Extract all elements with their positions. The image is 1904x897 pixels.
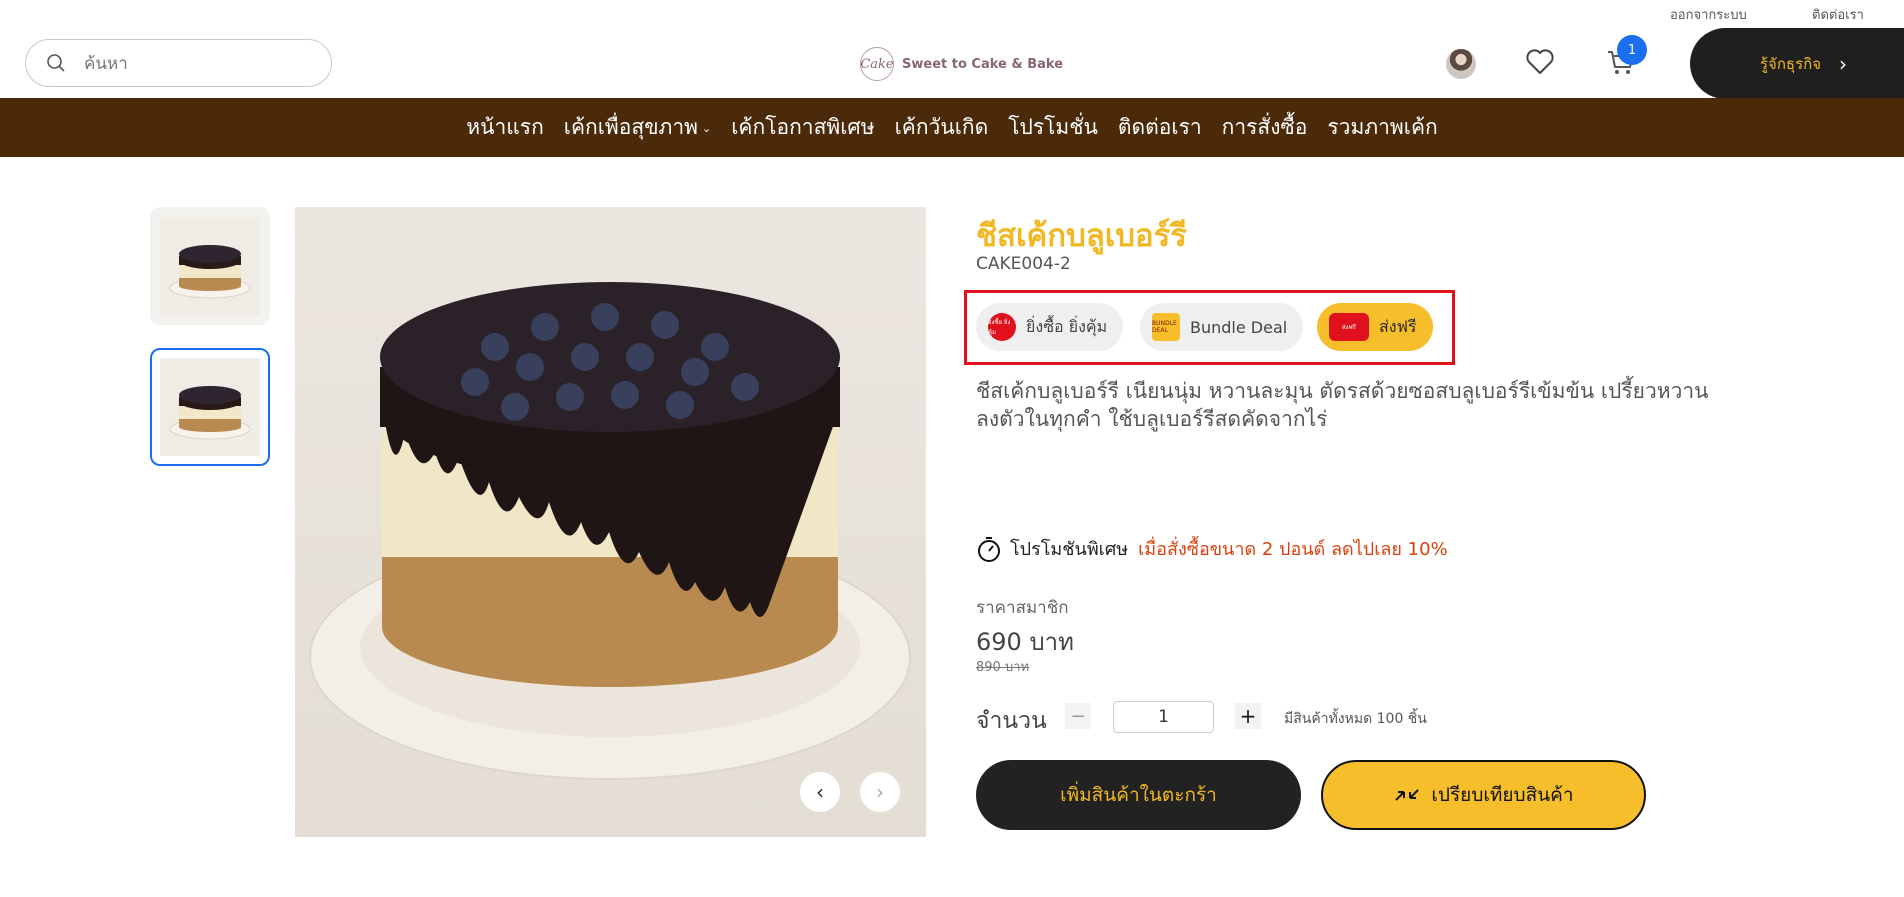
business-button-label: รู้จักธุรกิจ [1760,54,1822,73]
product-description: ชีสเค้กบลูเบอร์รี เนียนนุ่ม หวานละมุน ตั… [976,379,1709,431]
nav-item-special-occasion[interactable]: เค้กโอกาสพิเศษ [731,111,874,144]
quantity-input[interactable]: 1 [1113,701,1214,733]
plus-icon: + [1239,704,1257,728]
product-sku: CAKE004-2 [976,254,1071,274]
search-placeholder: ค้นหา [84,53,128,74]
logout-link[interactable]: ออกจากระบบ [1670,4,1747,25]
badge-label: ส่งฟรี [1379,316,1417,336]
chevron-right-icon: › [876,780,884,804]
quantity-increase-button[interactable]: + [1235,703,1261,729]
logo-mark-icon: Cake [860,47,894,81]
nav-item-birthday[interactable]: เค้กวันเกิด [895,111,989,144]
cake-thumbnail-image [160,217,260,315]
cake-thumbnail-image [160,358,260,456]
member-price-label: ราคาสมาชิก [976,598,1069,618]
nav-item-home[interactable]: หน้าแรก [466,111,544,144]
badge-more-buy-more-save[interactable]: ยิ่งซื้อ ยิ่งคุ้ม ยิ่งซื้อ ยิ่งคุ้ม [976,303,1124,351]
special-promo: โปรโมชันพิเศษ เมื่อสั่งซื้อขนาด 2 ปอนด์ … [976,534,1448,563]
main-nav: หน้าแรก เค้กเพื่อสุขภาพ ⌄ เค้กโอกาสพิเศษ … [0,98,1904,157]
nav-item-ordering[interactable]: การสั่งซื้อ [1222,111,1308,144]
promo-value: เมื่อสั่งซื้อขนาด 2 ปอนด์ ลดไปเลย 10% [1138,539,1448,560]
chevron-right-icon: › [1839,51,1848,76]
badge-free-shipping[interactable]: ส่งฟรี ส่งฟรี [1317,303,1433,351]
add-to-cart-label: เพิ่มสินค้าในตะกร้า [1060,784,1217,806]
thumbnail-1[interactable] [150,207,270,325]
stopwatch-icon [978,536,1000,562]
compare-button[interactable]: เปรียบเทียบสินค้า [1321,760,1646,830]
quantity-decrease-button[interactable]: − [1065,703,1091,729]
nav-item-healthy-cake-label: เค้กเพื่อสุขภาพ [563,115,699,139]
old-price: 890 บาท [976,660,1030,675]
thumbnail-2[interactable] [150,348,270,466]
brand-name: Sweet to Cake & Bake [902,56,1064,72]
contact-top-link[interactable]: ติดต่อเรา [1812,4,1864,25]
business-button[interactable]: รู้จักธุรกิจ › [1690,28,1904,99]
nav-item-healthy-cake[interactable]: เค้กเพื่อสุขภาพ ⌄ [564,111,711,144]
brand-logo[interactable]: Cake Sweet to Cake & Bake [860,46,1063,82]
search-icon [47,54,65,72]
search-input[interactable]: ค้นหา [25,39,332,87]
wishlist-button[interactable] [1525,48,1555,80]
compare-label: เปรียบเทียบสินค้า [1431,784,1574,806]
gift-box-icon: BUNDLE DEAL [1152,313,1180,341]
nav-item-promotion[interactable]: โปรโมชั่น [1008,111,1098,144]
cart-count-badge: 1 [1617,35,1647,65]
compare-icon [1395,789,1420,801]
badge-label: Bundle Deal [1190,317,1288,337]
product-main-image [295,207,926,837]
stock-text: มีสินค้าทั้งหมด 100 ชิ้น [1284,711,1427,727]
badge-bundle-deal[interactable]: BUNDLE DEAL Bundle Deal [1140,303,1304,351]
promo-label: โปรโมชันพิเศษ [1010,539,1129,560]
delivery-truck-icon: ส่งฟรี [1329,313,1369,341]
product-title: ชีสเค้กบลูเบอร์รี [976,218,1187,254]
heart-icon [1526,49,1554,74]
chevron-left-icon: ‹ [816,780,824,804]
carousel-next-button[interactable]: › [860,772,900,812]
nav-item-contact[interactable]: ติดต่อเรา [1118,111,1202,144]
nav-item-gallery[interactable]: รวมภาพเค้ก [1327,111,1437,144]
badge-label: ยิ่งซื้อ ยิ่งคุ้ม [1026,316,1108,336]
carousel-prev-button[interactable]: ‹ [800,772,840,812]
avatar[interactable] [1446,49,1476,79]
add-to-cart-button[interactable]: เพิ่มสินค้าในตะกร้า [976,760,1301,830]
hot-deal-icon: ยิ่งซื้อ ยิ่งคุ้ม [988,313,1016,341]
chevron-down-icon: ⌄ [702,121,712,135]
minus-icon: − [1070,705,1086,727]
quantity-label: จำนวน [976,708,1047,734]
